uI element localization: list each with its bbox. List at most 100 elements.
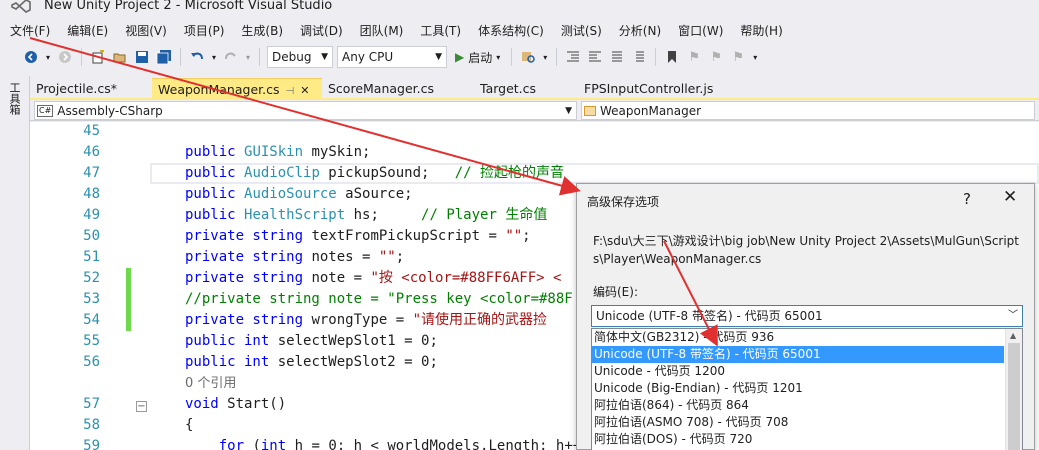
bookmark-icon[interactable] xyxy=(663,48,681,66)
line-number: 45 xyxy=(83,123,100,139)
line-number: 58 xyxy=(83,417,100,433)
collapse-icon[interactable]: − xyxy=(136,401,147,412)
menu-test[interactable]: 测试(S) xyxy=(551,20,609,42)
encoding-select[interactable]: Unicode (UTF-8 带签名) - 代码页 65001 ﹀ xyxy=(591,305,1023,327)
solution-platform-dropdown[interactable]: Any CPU ▼ xyxy=(337,46,447,68)
comment-icon[interactable] xyxy=(608,48,626,66)
menu-project[interactable]: 项目(P) xyxy=(174,20,232,42)
code-string: "请使用正确的武器捡 xyxy=(412,312,548,328)
next-bookmark-icon[interactable]: ⚑ xyxy=(707,48,725,66)
advanced-save-options-dialog: 高级保存选项 ? ✕ F:\sdu\大三下\游戏设计\big job\New U… xyxy=(576,183,1035,450)
encoding-option[interactable]: 阿拉伯语(ASMO 708) - 代码页 708 xyxy=(592,414,1004,431)
code-string: "" xyxy=(378,249,396,265)
encoding-options-list[interactable]: 简体中文(GB2312) - 代码页 936 Unicode (UTF-8 带签… xyxy=(591,328,1023,450)
line-number: 46 xyxy=(83,144,100,160)
code-token: hs; xyxy=(345,207,422,223)
encoding-option[interactable]: 阿拉伯语(864) - 代码页 864 xyxy=(592,397,1004,414)
chevron-down-icon[interactable]: ▾ xyxy=(44,48,52,66)
chevron-down-icon[interactable]: ▾ xyxy=(244,48,252,66)
code-token: AudioClip xyxy=(244,165,320,181)
line-number: 57 xyxy=(83,396,100,412)
tab-target[interactable]: Target.cs xyxy=(474,78,578,99)
open-file-icon[interactable] xyxy=(111,48,129,66)
line-number: 47 xyxy=(83,165,100,181)
chevron-down-icon[interactable]: ▾ xyxy=(541,48,549,66)
toolbox-label[interactable]: 工具箱 xyxy=(8,82,21,115)
document-tabs: Projectile.cs* WeaponManager.cs ⊣ ✕ ScoreM… xyxy=(30,78,1039,99)
menu-debug[interactable]: 调试(D) xyxy=(290,20,350,42)
scroll-up-icon[interactable]: ▲ xyxy=(1010,331,1016,340)
scrollbar[interactable]: ▲ xyxy=(1005,329,1022,450)
chevron-down-icon[interactable]: ▾ xyxy=(751,48,759,66)
encoding-option[interactable]: 阿拉伯语(DOS) - 代码页 720 xyxy=(592,431,1004,448)
tab-weapon-manager[interactable]: WeaponManager.cs ⊣ ✕ xyxy=(152,78,322,99)
find-in-files-icon[interactable] xyxy=(519,48,537,66)
save-icon[interactable] xyxy=(133,48,151,66)
uncomment-icon[interactable] xyxy=(630,48,648,66)
class-icon xyxy=(584,105,596,116)
code-token: note = xyxy=(303,270,371,286)
code-token: wrongType = xyxy=(303,312,413,328)
menu-file[interactable]: 文件(F) xyxy=(0,20,57,42)
new-project-icon[interactable] xyxy=(89,48,107,66)
indent-icon[interactable] xyxy=(564,48,582,66)
tab-label: Projectile.cs* xyxy=(36,81,118,96)
pin-icon[interactable]: ⊣ xyxy=(285,86,294,97)
menu-analyze[interactable]: 分析(N) xyxy=(609,20,668,42)
code-line: 47 public AudioClip pickupSound; // 捡起枪的声… xyxy=(30,163,1039,184)
code-token: void xyxy=(185,396,219,412)
outdent-icon[interactable] xyxy=(586,48,604,66)
code-token: private string xyxy=(185,312,304,328)
code-token: public xyxy=(185,207,245,223)
encoding-option[interactable]: Unicode (Big-Endian) - 代码页 1201 xyxy=(592,380,1004,397)
window-title: New Unity Project 2 - Microsoft Visual S… xyxy=(44,0,333,13)
encoding-option[interactable]: 简体中文(GB2312) - 代码页 936 xyxy=(592,329,1004,346)
chevron-down-icon: ▼ xyxy=(435,52,442,62)
previous-bookmark-icon[interactable]: ⚑ xyxy=(685,48,703,66)
codelens-references[interactable]: 0 个引用 xyxy=(185,376,236,391)
project-dropdown[interactable]: C# Assembly-CSharp ▼ xyxy=(34,101,577,120)
undo-icon[interactable] xyxy=(188,48,206,66)
help-icon[interactable]: ? xyxy=(963,190,971,208)
encoding-option-selected[interactable]: Unicode (UTF-8 带签名) - 代码页 65001 xyxy=(592,346,1004,363)
line-number: 54 xyxy=(83,312,100,328)
menu-bar: 文件(F) 编辑(E) 视图(V) 项目(P) 生成(B) 调试(D) 团队(M… xyxy=(0,20,1039,42)
toolbox-panel-strip[interactable]: 工具箱 xyxy=(0,76,30,450)
toolbar-separator xyxy=(556,48,558,66)
tab-fps-input-controller[interactable]: FPSInputController.js xyxy=(578,78,758,99)
tab-score-manager[interactable]: ScoreManager.cs xyxy=(322,78,474,99)
code-token: selectWepSlot1 = 0; xyxy=(269,333,438,349)
solution-configuration-dropdown[interactable]: Debug ▼ xyxy=(267,46,333,68)
close-icon[interactable]: ✕ xyxy=(1003,187,1017,207)
code-line: 46 public GUISkin mySkin; xyxy=(30,142,1039,163)
menu-view[interactable]: 视图(V) xyxy=(115,20,174,42)
code-token: selectWepSlot2 = 0; xyxy=(269,354,438,370)
clear-bookmarks-icon[interactable]: ⚑ xyxy=(729,48,747,66)
code-comment: // 捡起枪的声音 xyxy=(454,165,565,181)
chevron-down-icon[interactable]: ▾ xyxy=(210,48,218,66)
menu-edit[interactable]: 编辑(E) xyxy=(57,20,115,42)
standard-toolbar: ▾ ▾ ▾ Debug ▼ Any CPU ▼ ▶ 启动 ▾ ▾ ⚑ ⚑ ⚑ ▾ xyxy=(0,44,1039,70)
menu-architecture[interactable]: 体系结构(C) xyxy=(468,20,551,42)
menu-build[interactable]: 生成(B) xyxy=(231,20,290,42)
forward-icon[interactable] xyxy=(56,48,74,66)
save-all-icon[interactable] xyxy=(155,48,173,66)
type-dropdown[interactable]: WeaponManager xyxy=(581,101,1035,120)
redo-icon[interactable] xyxy=(222,48,240,66)
scrollbar-thumb[interactable] xyxy=(1008,343,1020,450)
code-token: ; xyxy=(395,249,405,265)
code-token: pickupSound; xyxy=(319,165,455,181)
menu-tools[interactable]: 工具(T) xyxy=(410,20,468,42)
menu-help[interactable]: 帮助(H) xyxy=(730,20,789,42)
chevron-down-icon: ▼ xyxy=(565,105,572,116)
line-number: 49 xyxy=(83,207,100,223)
menu-team[interactable]: 团队(M) xyxy=(350,20,411,42)
start-debugging-button[interactable]: ▶ 启动 ▾ xyxy=(451,49,504,66)
menu-window[interactable]: 窗口(W) xyxy=(668,20,730,42)
encoding-option[interactable]: Unicode - 代码页 1200 xyxy=(592,363,1004,380)
tab-projectile[interactable]: Projectile.cs* xyxy=(30,78,152,99)
csharp-project-icon: C# xyxy=(37,104,54,117)
back-icon[interactable] xyxy=(22,48,40,66)
line-number: 56 xyxy=(83,354,100,370)
close-icon[interactable]: ✕ xyxy=(300,84,309,97)
